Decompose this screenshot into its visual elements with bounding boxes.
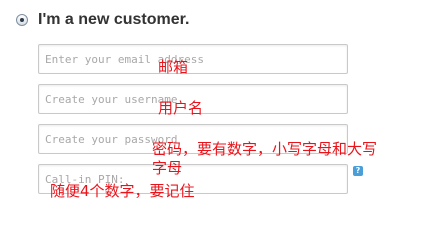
annotation-password-line2: 字母 [152,159,183,177]
annotation-username: 用户名 [158,99,204,117]
new-customer-label: I'm a new customer. [38,11,190,28]
email-field[interactable] [39,45,347,73]
annotation-password-line1: 密码，要有数字，小写字母和大写 [152,140,378,158]
new-customer-radio[interactable] [16,14,28,26]
annotation-pin: 随便4个数字，要记住 [50,182,195,200]
question-icon[interactable]: ? [353,166,363,176]
email-field-container [38,44,348,74]
annotation-email: 邮箱 [158,58,189,76]
